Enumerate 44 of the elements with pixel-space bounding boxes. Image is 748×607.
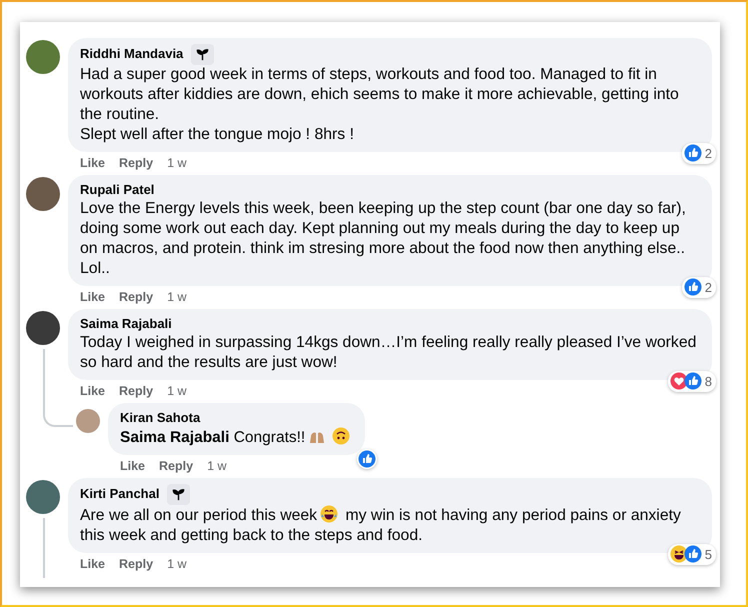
comment-text: Are we all on our period this week my win is not having any period pains or anxiety this week and getting back to the steps and food.: [80, 505, 682, 546]
reaction-summary[interactable]: 2: [682, 142, 716, 164]
avatar[interactable]: [26, 177, 60, 211]
author-name[interactable]: Kiran Sahota: [120, 410, 200, 425]
author-name[interactable]: Saima Rajabali: [80, 316, 172, 331]
timestamp[interactable]: 1 w: [167, 555, 187, 573]
laughing-reaction-icon: [670, 545, 688, 564]
like-reaction-icon: [684, 278, 702, 296]
thread-connector-line: [43, 409, 73, 427]
timestamp[interactable]: 1 w: [167, 382, 187, 400]
reply-link[interactable]: Reply: [119, 154, 154, 172]
avatar[interactable]: [26, 40, 60, 74]
like-link[interactable]: Like: [80, 154, 106, 172]
like-reaction-icon: [358, 450, 376, 468]
author-name[interactable]: Rupali Patel: [80, 182, 154, 197]
timestamp[interactable]: 1 w: [167, 154, 187, 172]
comment-text: Saima Rajabali Congrats!!: [120, 427, 354, 448]
like-link[interactable]: Like: [80, 555, 106, 573]
reaction-summary[interactable]: [357, 449, 378, 469]
reply-link[interactable]: Reply: [119, 382, 154, 400]
reply-link[interactable]: Reply: [159, 457, 194, 475]
reply-link[interactable]: Reply: [119, 555, 154, 573]
like-reaction-icon: [684, 144, 702, 162]
like-link[interactable]: Like: [120, 457, 146, 475]
author-name[interactable]: Kirti Panchal: [80, 486, 160, 501]
reaction-summary[interactable]: 8: [668, 370, 716, 392]
timestamp[interactable]: 1 w: [167, 288, 187, 306]
like-reaction-icon: [684, 372, 702, 390]
timestamp[interactable]: 1 w: [207, 457, 227, 475]
reply-link[interactable]: Reply: [119, 288, 154, 306]
upside-down-face-emoji-icon: [332, 427, 350, 445]
reaction-summary[interactable]: 5: [668, 544, 716, 565]
like-link[interactable]: Like: [80, 382, 106, 400]
avatar[interactable]: [26, 311, 60, 345]
reaction-summary[interactable]: 2: [682, 276, 716, 298]
avatar[interactable]: [26, 480, 60, 514]
heart-reaction-icon: [670, 372, 688, 390]
like-link[interactable]: Like: [80, 288, 106, 306]
author-name[interactable]: Riddhi Mandavia: [80, 46, 184, 61]
like-reaction-icon: [684, 545, 702, 564]
laughing-emoji-icon: [320, 505, 338, 523]
comment-text: Had a super good week in terms of steps, workouts and food too. Managed to fit in workouts after kiddies are down, ehich seems to make it more achievable, getting into the routine. Slept well after the tongue mojo ! 8hrs !: [80, 65, 680, 145]
comment-text: Today I weighed in surpassing 14kgs down…I’m feeling really really pleased I’ve worked so hard and the results are just wow!: [80, 333, 698, 373]
comment-text: Love the Energy levels this week, been keeping up the step count (bar one day so far), doing some work out each day. Kept planning out my meals during the day to keep up on macros, and protein. think im stresing more about the food now then anything else.. Lol..: [80, 199, 687, 279]
